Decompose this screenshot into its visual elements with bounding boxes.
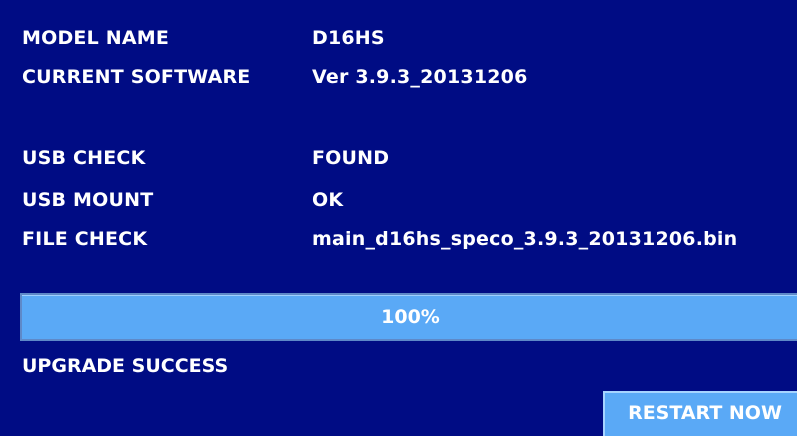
upgrade-progress-text: 100% [381, 306, 440, 328]
upgrade-status-text: UPGRADE SUCCESS [22, 355, 229, 377]
usb-mount-value: OK [312, 189, 344, 211]
model-name-label: MODEL NAME [22, 27, 170, 49]
usb-mount-label: USB MOUNT [22, 189, 154, 211]
usb-check-label: USB CHECK [22, 147, 146, 169]
model-name-value: D16HS [312, 27, 385, 49]
usb-check-value: FOUND [312, 147, 390, 169]
upgrade-progress-bar: 100% [20, 293, 797, 341]
file-check-value: main_d16hs_speco_3.9.3_20131206.bin [312, 228, 738, 250]
file-check-label: FILE CHECK [22, 228, 148, 250]
restart-now-button[interactable]: RESTART NOW [603, 391, 797, 436]
current-software-label: CURRENT SOFTWARE [22, 66, 251, 88]
current-software-value: Ver 3.9.3_20131206 [312, 66, 528, 88]
